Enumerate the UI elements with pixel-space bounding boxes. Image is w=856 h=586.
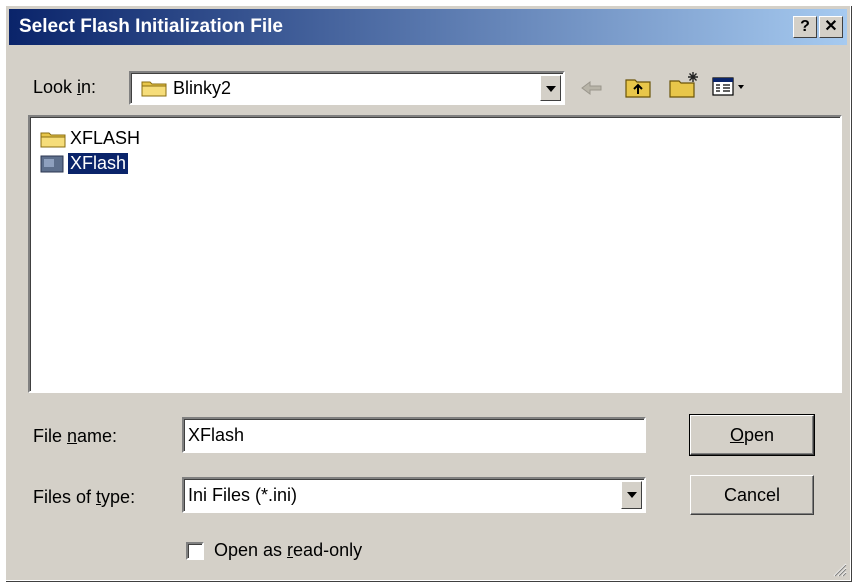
file-type-combo[interactable]: Ini Files (*.ini)	[182, 477, 646, 513]
help-button[interactable]: ?	[793, 16, 817, 38]
look-in-label: Look in:	[33, 77, 97, 97]
new-folder-icon[interactable]	[668, 70, 700, 100]
file-name-label: File name:	[33, 426, 118, 446]
window-title: Select Flash Initialization File	[19, 16, 283, 37]
up-folder-icon[interactable]	[624, 74, 652, 100]
look-in-dropdown-arrow[interactable]	[540, 75, 561, 101]
read-only-checkbox[interactable]	[186, 542, 204, 560]
folder-icon	[141, 81, 167, 97]
look-in-combo[interactable]: Blinky2	[129, 71, 565, 105]
title-bar[interactable]: Select Flash Initialization File ? ✕	[9, 9, 847, 45]
file-name-input[interactable]: XFlash	[182, 417, 646, 453]
file-dialog: Select Flash Initialization File ? ✕ Loo…	[5, 5, 851, 581]
file-list[interactable]: XFLASH XFlash	[28, 115, 842, 393]
close-button[interactable]: ✕	[819, 16, 843, 38]
resize-grip-icon[interactable]	[831, 561, 847, 577]
view-menu-icon[interactable]	[712, 76, 748, 98]
list-item-label: XFLASH	[70, 128, 141, 148]
look-in-value: Blinky2	[173, 78, 232, 98]
folder-icon	[40, 132, 66, 148]
file-type-label: Files of type:	[33, 487, 136, 507]
ini-file-icon	[40, 155, 64, 173]
list-item-label: XFlash	[66, 152, 130, 175]
cancel-button[interactable]: Cancel	[690, 475, 814, 515]
read-only-label[interactable]: Open as read-only	[214, 540, 362, 561]
open-button[interactable]: Open	[689, 414, 815, 456]
file-type-dropdown-arrow[interactable]	[621, 481, 642, 509]
back-icon[interactable]	[579, 78, 605, 98]
